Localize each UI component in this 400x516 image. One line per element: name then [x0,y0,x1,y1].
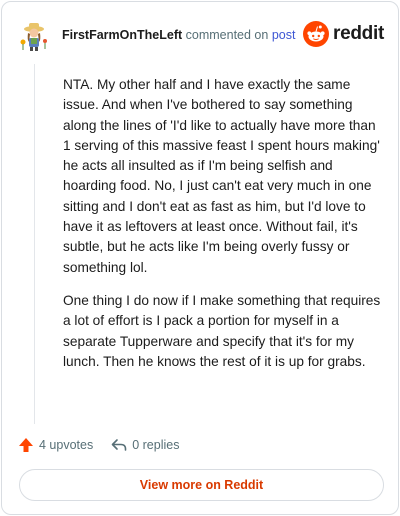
comment-header: FirstFarmOnTheLeft commented on post red… [18,16,384,54]
thread-line [34,64,35,424]
comment-body: NTA. My other half and I have exactly th… [63,75,383,385]
reply-button[interactable]: 0 replies [111,437,179,453]
reply-count: 0 replies [132,438,180,452]
comment-card: FirstFarmOnTheLeft commented on post red… [1,1,399,515]
avatar[interactable] [18,20,50,52]
view-more-button[interactable]: View more on Reddit [19,469,384,501]
reddit-wordmark: reddit [333,23,384,44]
avatar-farmer-icon [18,20,50,52]
username-link[interactable]: FirstFarmOnTheLeft [62,28,182,42]
comment-meta: FirstFarmOnTheLeft commented on post [62,28,295,42]
commented-on-text: commented on [185,28,269,42]
reply-arrow-icon [111,439,127,451]
reddit-snoo-icon [303,21,330,47]
upvote-count: 4 upvotes [39,438,94,452]
comment-paragraph-1: NTA. My other half and I have exactly th… [63,77,380,275]
comment-paragraph-2: One thing I do now if I make something t… [63,292,381,369]
upvote-button[interactable]: 4 upvotes [18,437,93,453]
comment-actions: 4 upvotes 0 replies [18,434,179,456]
reddit-brand[interactable]: reddit [303,20,384,48]
upvote-arrow-icon [19,438,33,452]
post-link[interactable]: post [272,28,296,42]
